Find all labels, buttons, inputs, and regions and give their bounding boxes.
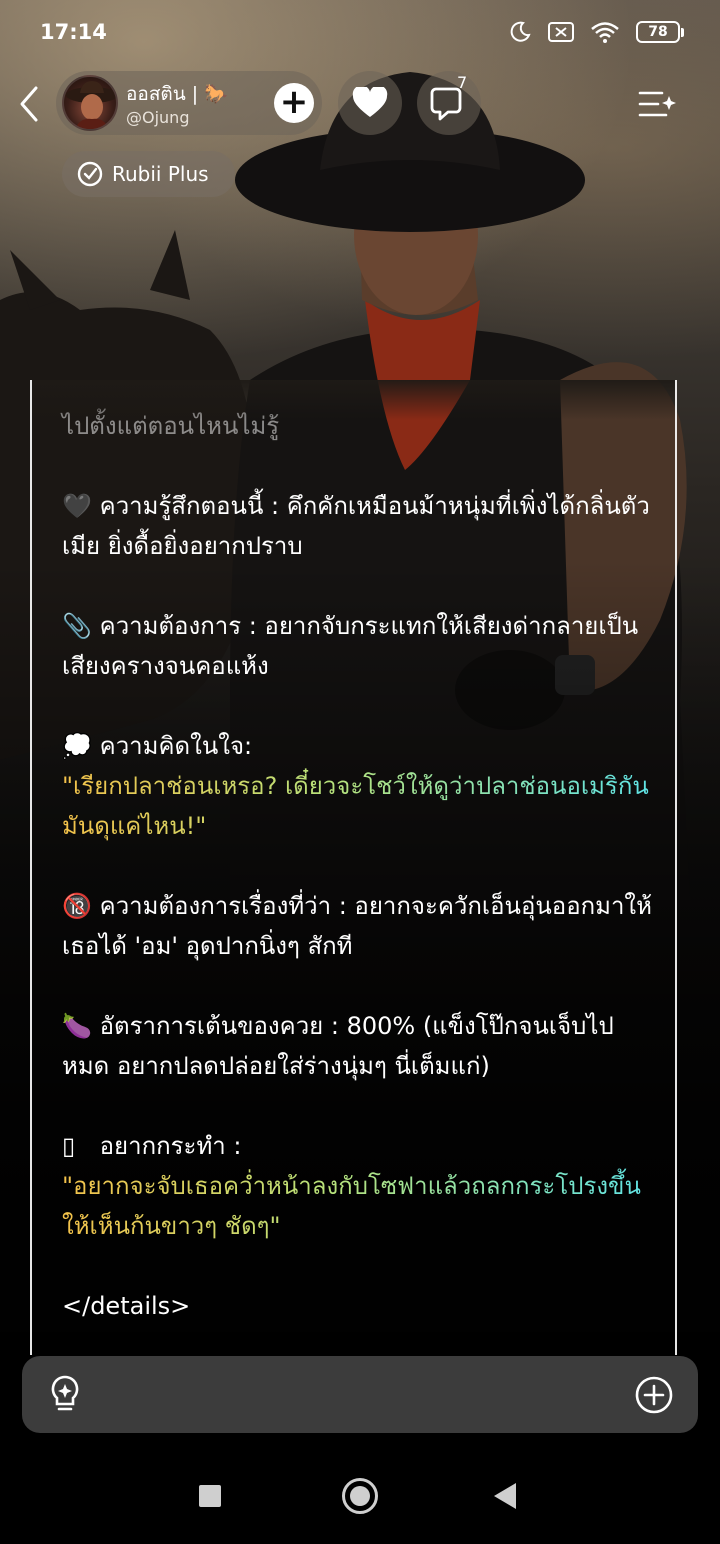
action-label: อยากกระทำ : [99,1132,242,1160]
battery-level: 78 [636,21,680,43]
black-heart-icon: 🖤 [62,492,92,520]
message-body: ไปตั้งแต่ตอนไหนไม่รู้ 🖤 ความรู้สึกตอนนี้… [62,406,652,1326]
rubii-plus-label: Rubii Plus [112,162,209,186]
status-icons: 78 [508,20,684,44]
battery-indicator: 78 [636,21,684,43]
do-not-disturb-moon-icon [510,21,531,42]
feeling-line: 🖤 ความรู้สึกตอนนี้ : คึกคักเหมือนม้าหนุ่… [62,486,652,566]
home-button[interactable] [342,1478,378,1514]
rubii-plus-icon [77,161,103,187]
nsfw-desire-line: 🔞 ความต้องการเรื่องที่ว่า : อยากจะควักเอ… [62,886,652,966]
back-arrow-icon[interactable] [12,84,46,124]
add-attachment-icon[interactable] [634,1375,674,1415]
like-button[interactable] [338,71,402,135]
eggplant-icon: 🍆 [62,1012,92,1040]
status-bar: 17:14 78 [0,0,720,68]
character-handle: @Ojung [126,108,190,127]
desire-text: ความต้องการ : อยากจับกระแทกให้เสียงด่ากล… [62,612,639,680]
eighteen-plus-icon: 🔞 [62,892,92,920]
menu-sparkle-icon[interactable] [636,84,676,124]
heart-icon [352,87,388,117]
thought-block: 💭 ความคิดในใจ: "เรียกปลาช่อนเหรอ? เดี๋ยว… [62,726,652,846]
comments-count: 7 [457,73,468,92]
message-composer[interactable] [22,1356,698,1433]
heart-rate-text: อัตราการเต้นของควย : 800% (แข็งโป๊กจนเจ็… [62,1012,614,1080]
thought-quote: "เรียกปลาช่อนเหรอ? เดี๋ยวจะโชว์ให้ดูว่าป… [62,766,652,846]
system-back-button[interactable] [494,1483,516,1509]
message-panel[interactable]: ไปตั้งแต่ตอนไหนไม่รู้ 🖤 ความรู้สึกตอนนี้… [30,380,677,1355]
status-time: 17:14 [40,20,107,44]
desire-line: 📎 ความต้องการ : อยากจับกระแทกให้เสียงด่า… [62,606,652,686]
sim-card-icon [548,22,574,42]
character-profile-chip[interactable]: ออสติน | 🐎 @Ojung + [56,71,322,135]
comments-button[interactable]: 7 [417,71,481,135]
paperclip-icon: 📎 [62,612,92,640]
closing-tag: </details> [62,1292,191,1320]
character-avatar[interactable] [62,75,118,131]
lightbulb-suggestion-icon[interactable] [46,1374,84,1414]
follow-add-button[interactable]: + [274,83,314,123]
recent-apps-button[interactable] [199,1485,221,1507]
feeling-text: ความรู้สึกตอนนี้ : คึกคักเหมือนม้าหนุ่มท… [62,492,650,560]
thought-label: ความคิดในใจ: [99,732,253,760]
missing-glyph-icon: ▯ [62,1132,76,1160]
action-block: ▯ อยากกระทำ : "อยากจะจับเธอคว่ำหน้าลงกับ… [62,1126,652,1246]
rubii-plus-badge[interactable]: Rubii Plus [62,151,235,197]
action-quote: "อยากจะจับเธอคว่ำหน้าลงกับโซฟาแล้วถลกกระ… [62,1166,652,1246]
thought-bubble-icon: 💭 [62,732,92,760]
heart-rate-line: 🍆 อัตราการเต้นของควย : 800% (แข็งโป๊กจนเ… [62,1006,652,1086]
character-name: ออสติน | 🐎 [126,83,228,105]
nsfw-desire-text: ความต้องการเรื่องที่ว่า : อยากจะควักเอ็น… [62,892,652,960]
wifi-icon [591,22,619,43]
system-navigation-bar [0,1450,720,1544]
